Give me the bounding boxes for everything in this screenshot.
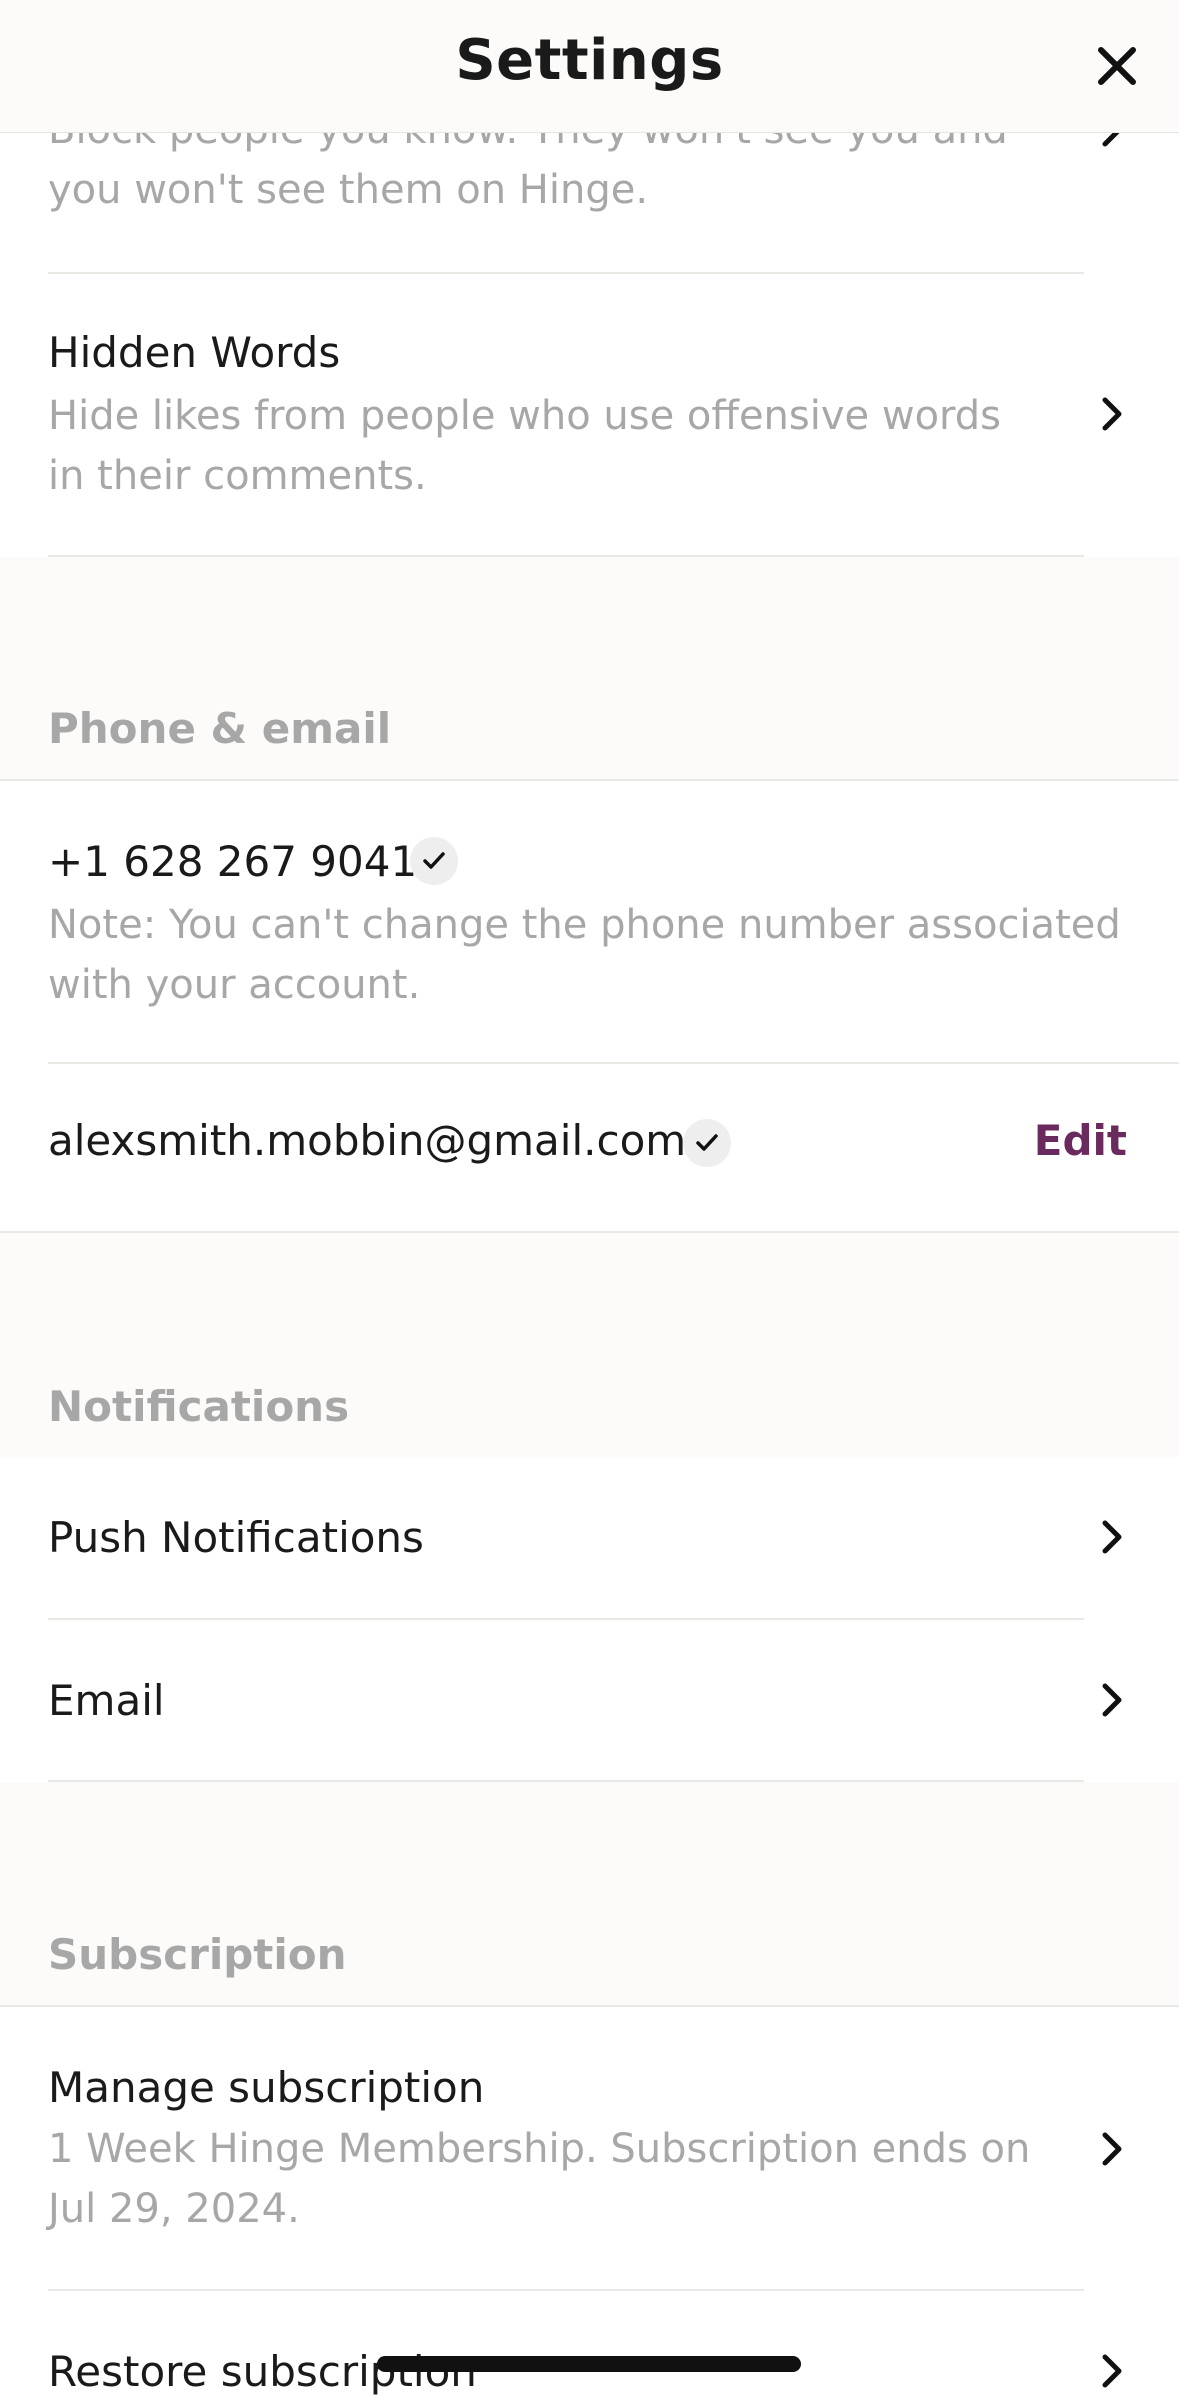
email-notifications-row[interactable]: Email <box>0 1620 1179 1780</box>
settings-screen: Settings Block people you know. They won… <box>0 0 1179 2396</box>
push-notifications-label: Push Notifications <box>48 1513 424 1562</box>
chevron-right-icon <box>1102 2354 1122 2388</box>
edit-email-button[interactable]: Edit <box>1034 1116 1127 1165</box>
email-address: alexsmith.mobbin@gmail.com <box>48 1116 687 1165</box>
section-notifications: Notifications <box>0 1231 1179 1459</box>
manage-subscription-description: 1 Week Hinge Membership. Subscription en… <box>48 2126 1031 2232</box>
page-title: Settings <box>455 28 724 93</box>
email-row: alexsmith.mobbin@gmail.com Edit <box>0 1064 1179 1231</box>
email-notifications-label: Email <box>48 1676 165 1725</box>
chevron-right-icon <box>1102 2132 1122 2166</box>
checkmark-icon <box>696 1134 718 1151</box>
manage-subscription-row[interactable]: Manage subscription 1 Week Hinge Members… <box>0 2007 1179 2290</box>
hidden-words-row[interactable]: Hidden Words Hide likes from people who … <box>0 274 1179 556</box>
section-label-phone-email: Phone & email <box>48 704 392 753</box>
chevron-right-icon <box>1102 1683 1122 1717</box>
checkmark-icon <box>423 852 445 869</box>
section-phone-email: Phone & email <box>0 557 1179 781</box>
settings-header: Settings <box>0 0 1179 133</box>
restore-subscription-row[interactable]: Restore subscription <box>0 2291 1179 2396</box>
close-button[interactable] <box>1093 42 1141 90</box>
hidden-words-title: Hidden Words <box>48 328 341 377</box>
phone-note: Note: You can't change the phone number … <box>48 902 1121 1008</box>
email-verified-badge <box>683 1119 731 1167</box>
section-subscription: Subscription <box>0 1782 1179 2007</box>
hidden-words-description: Hide likes from people who use offensive… <box>48 393 1002 499</box>
section-label-notifications: Notifications <box>48 1382 350 1431</box>
manage-subscription-title: Manage subscription <box>48 2063 485 2112</box>
phone-row: +1 628 267 9041 Note: You can't change t… <box>0 781 1179 1062</box>
chevron-right-icon <box>1102 1520 1122 1554</box>
home-indicator[interactable] <box>377 2356 801 2372</box>
chevron-right-icon <box>1102 397 1122 431</box>
phone-verified-badge <box>410 837 458 885</box>
phone-number: +1 628 267 9041 <box>48 837 418 886</box>
close-icon <box>1098 47 1136 85</box>
push-notifications-row[interactable]: Push Notifications <box>0 1457 1179 1618</box>
section-label-subscription: Subscription <box>48 1930 347 1979</box>
